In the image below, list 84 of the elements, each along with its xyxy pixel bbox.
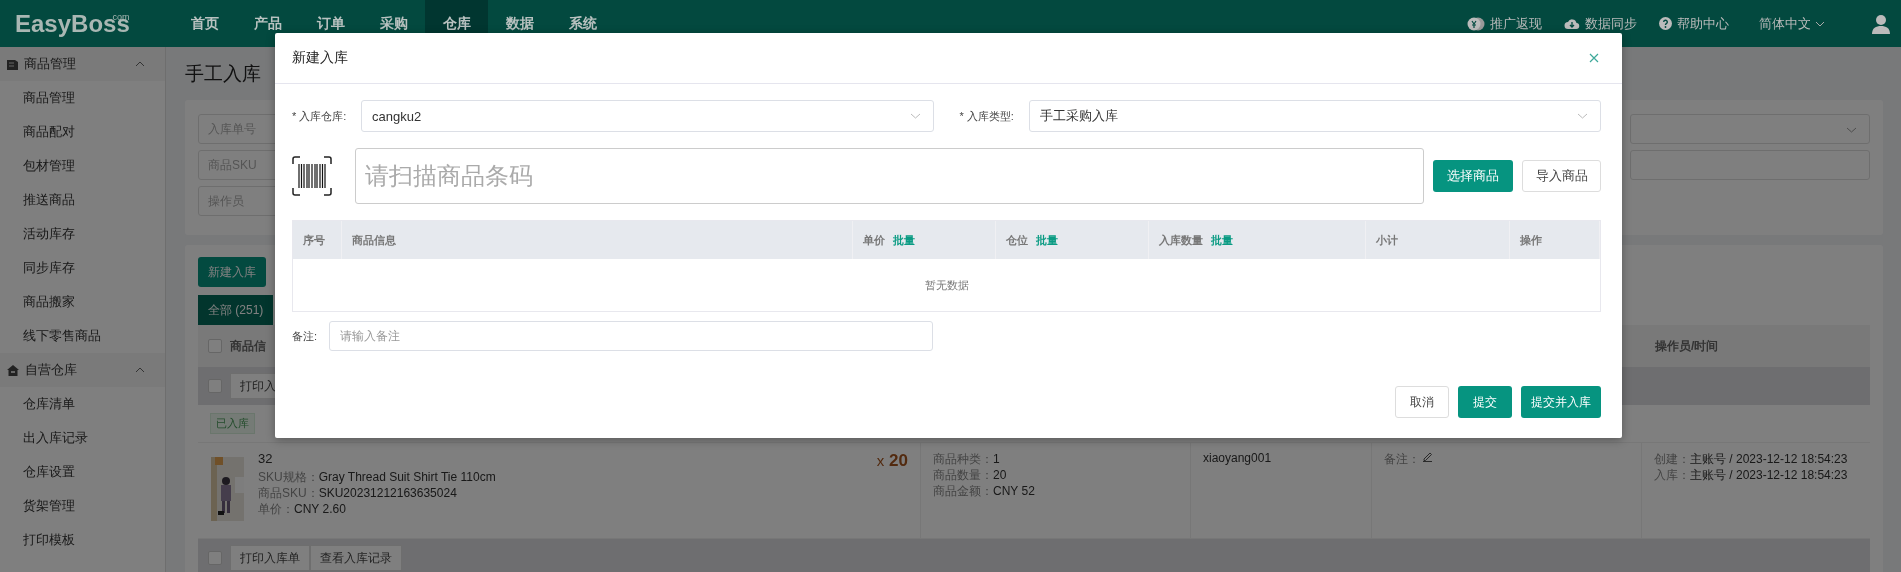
status-tag: 已入库 — [210, 413, 255, 434]
sidebar-item[interactable]: 仓库设置 — [0, 455, 165, 489]
column-header: 操作 — [1510, 221, 1600, 259]
warehouse-select[interactable]: cangku2 — [361, 100, 934, 132]
sidebar-item[interactable]: 活动库存 — [0, 217, 165, 251]
header-link[interactable]: 帮助中心 — [1659, 14, 1729, 33]
help-icon — [1659, 17, 1672, 30]
type-select[interactable]: 手工采购入库 — [1028, 100, 1601, 132]
barcode-input[interactable]: 请扫描商品条码 — [355, 148, 1424, 204]
pencil-icon[interactable] — [1423, 451, 1433, 462]
column-header: 小计 — [1366, 221, 1511, 259]
new-inbound-button[interactable]: 新建入库 — [198, 257, 266, 287]
field-value: CNY 52 — [993, 484, 1035, 498]
remark-input[interactable]: 请输入备注 — [329, 321, 933, 351]
field-value: 1 — [993, 452, 1000, 466]
dropdown-field[interactable] — [1630, 114, 1870, 144]
sidebar-item[interactable]: 商品管理 — [0, 81, 165, 115]
column-header: 入库数量 批量 — [1149, 221, 1367, 259]
chevron-down-icon — [1846, 127, 1857, 133]
sidebar-item[interactable]: 推送商品 — [0, 183, 165, 217]
column-header: 序号 — [293, 221, 342, 259]
cancel-button[interactable]: 取消 — [1395, 386, 1449, 418]
field-label: 备注: — [292, 328, 319, 344]
select-products-button[interactable]: 选择商品 — [1433, 160, 1513, 192]
coin-icon — [1467, 16, 1485, 31]
field-label: 商品SKU： — [258, 486, 319, 500]
barcode-icon — [292, 156, 332, 196]
checkbox[interactable] — [208, 551, 222, 565]
user-icon[interactable] — [1871, 13, 1891, 34]
sidebar-item[interactable]: 打印模板 — [0, 523, 165, 557]
sidebar-item[interactable]: 出入库记录 — [0, 421, 165, 455]
sidebar-item[interactable]: 包材管理 — [0, 149, 165, 183]
field-value: 20 — [993, 468, 1007, 482]
action-button[interactable]: 打印入库单 — [230, 545, 310, 571]
bulk-edit-link[interactable]: 批量 — [1211, 232, 1234, 248]
checkbox[interactable] — [208, 339, 222, 353]
chevron-down-icon — [1577, 113, 1588, 119]
collapse-icon[interactable] — [135, 61, 145, 67]
sidebar-item[interactable]: 仓库清单 — [0, 387, 165, 421]
bulk-edit-link[interactable]: 批量 — [892, 232, 915, 248]
header-link[interactable]: 推广返现 — [1467, 14, 1542, 33]
column-header: 单价 批量 — [852, 221, 997, 259]
house-icon — [7, 364, 19, 376]
product-name: 32 — [258, 451, 274, 467]
filter-tab[interactable]: 全部 (251) — [198, 295, 274, 325]
sidebar-group-header[interactable]: 商品管理 — [0, 47, 165, 81]
field-label: 商品种类： — [933, 452, 993, 466]
column-header: 仓位 批量 — [996, 221, 1150, 259]
field-label: * 入库类型: — [959, 108, 1015, 124]
sidebar-item[interactable]: 线下零售商品 — [0, 319, 165, 353]
field-label: 商品金额： — [933, 484, 993, 498]
sidebar-item[interactable]: 商品搬家 — [0, 285, 165, 319]
nav-tab[interactable]: 产品 — [236, 0, 299, 47]
page-title: 手工入库 — [185, 62, 261, 86]
box-icon — [7, 58, 18, 70]
quantity: x 20 — [876, 451, 908, 472]
sidebar-item[interactable]: 同步库存 — [0, 251, 165, 285]
operator-name: xiaoyang001 — [1203, 451, 1272, 465]
close-icon[interactable] — [1589, 53, 1599, 63]
import-products-button[interactable]: 导入商品 — [1522, 160, 1601, 192]
chevron-down-icon — [1815, 20, 1825, 27]
submit-button[interactable]: 提交 — [1458, 386, 1512, 418]
submit-button[interactable]: 提交并入库 — [1521, 386, 1601, 418]
field-label: * 入库仓库: — [292, 108, 348, 124]
cloud-download-icon — [1564, 17, 1580, 30]
sidebar-group-header[interactable]: 自营仓库 — [0, 353, 165, 387]
field-value: CNY 2.60 — [294, 502, 346, 516]
collapse-icon[interactable] — [135, 367, 145, 373]
action-button[interactable]: 查看入库记录 — [310, 545, 402, 571]
column-header: 商品信息 — [341, 221, 853, 259]
nav-tab[interactable]: 首页 — [173, 0, 236, 47]
empty-message: 暂无数据 — [924, 277, 969, 293]
language-dropdown[interactable]: 简体中文 — [1759, 14, 1825, 33]
checkbox[interactable] — [208, 379, 222, 393]
field-label: 备注： — [1384, 451, 1420, 468]
dialog-title: 新建入库 — [292, 49, 348, 67]
column-header: 操作员/时间 — [1655, 337, 1720, 355]
chevron-down-icon — [909, 113, 921, 119]
column-header: 商品信 — [230, 337, 266, 355]
bulk-edit-link[interactable]: 批量 — [1036, 232, 1059, 248]
sidebar-item[interactable]: 商品配对 — [0, 115, 165, 149]
header-link[interactable]: 数据同步 — [1564, 14, 1637, 33]
sidebar-item[interactable]: 货架管理 — [0, 489, 165, 523]
field-value: SKU20231212163635024 — [318, 486, 457, 500]
